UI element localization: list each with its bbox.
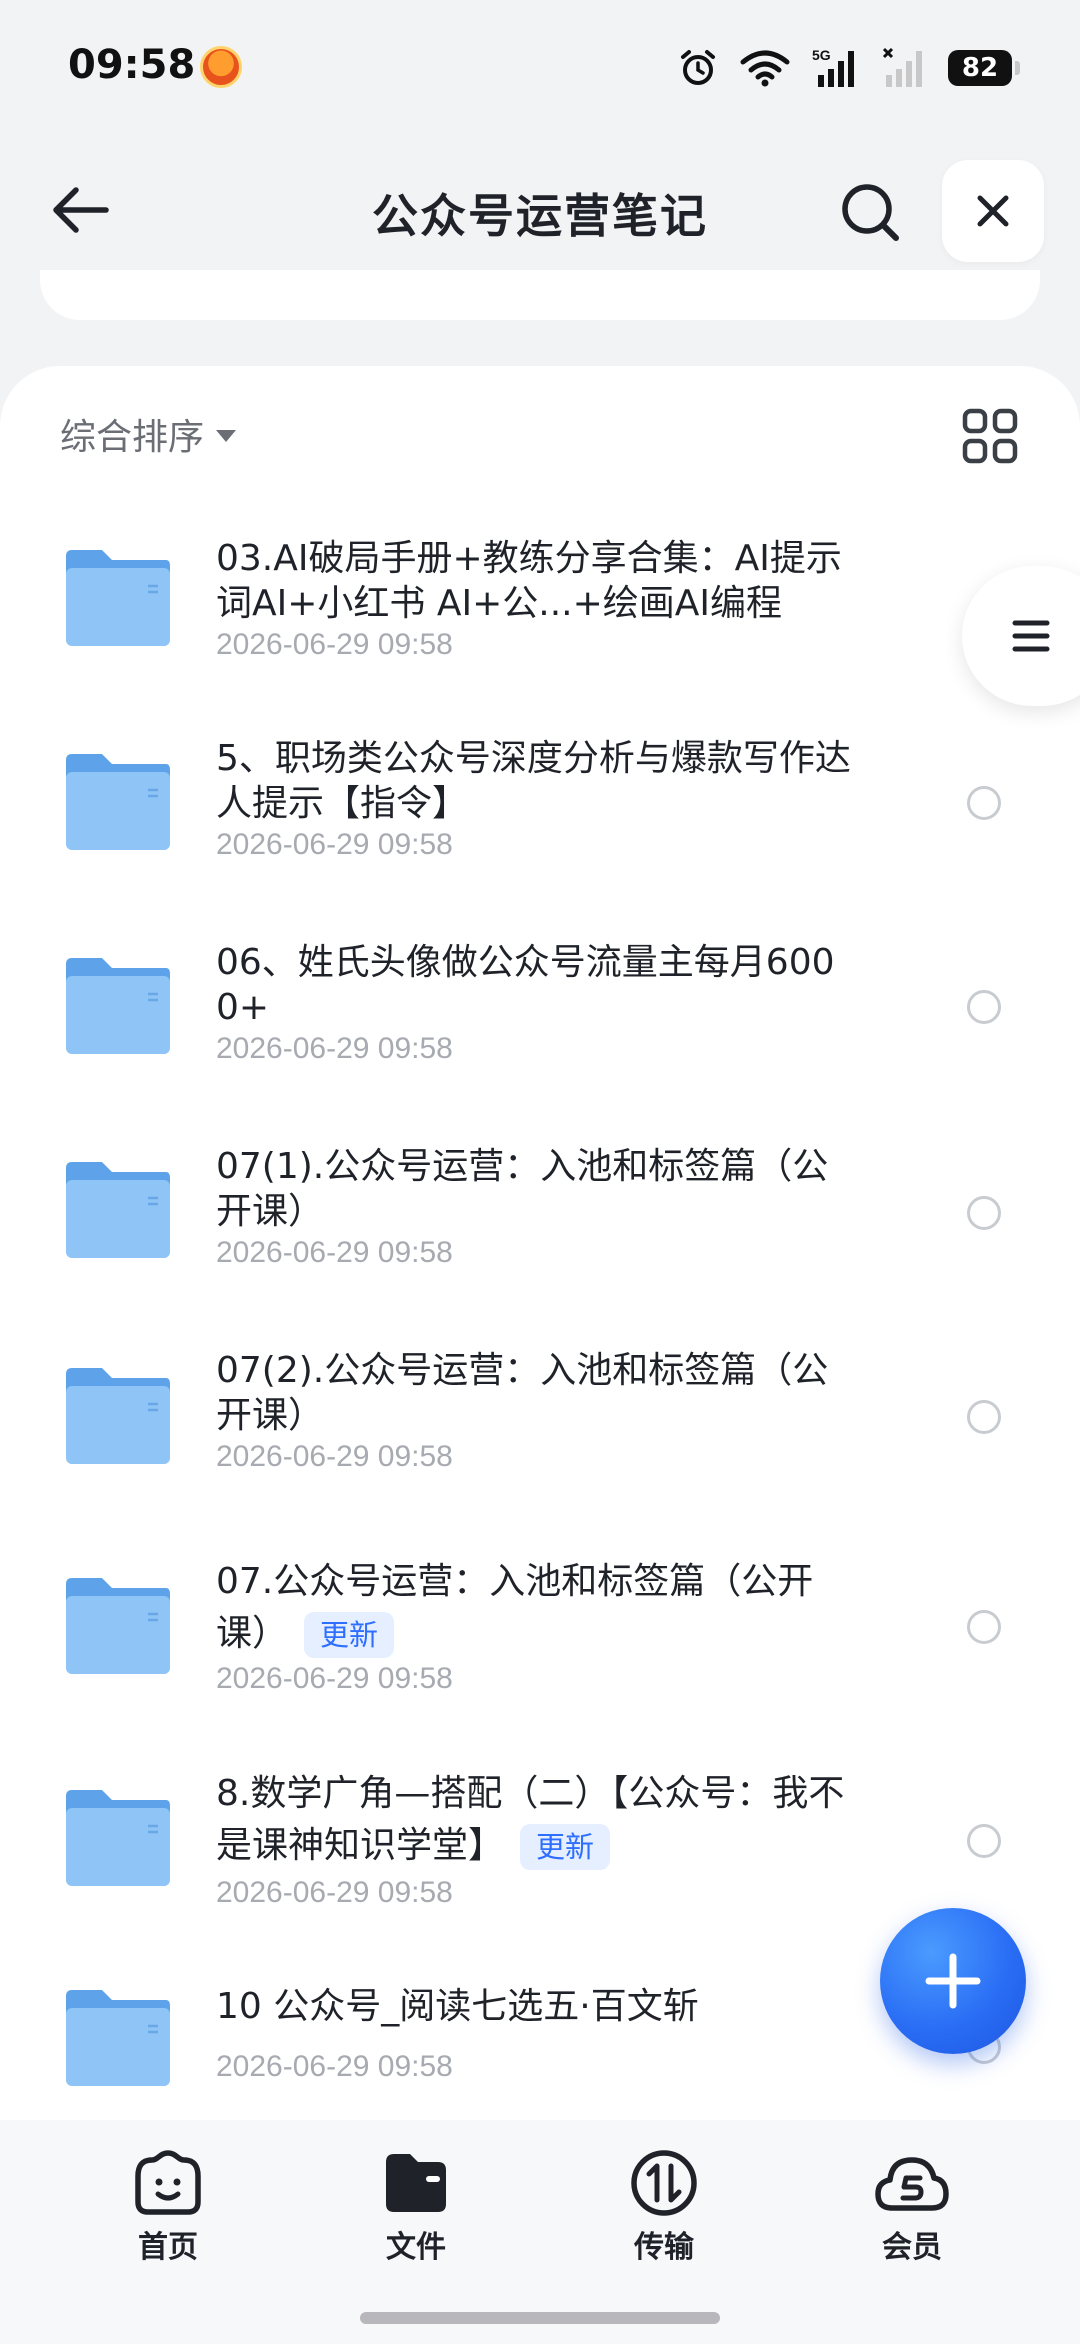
- view-toggle-button[interactable]: [960, 406, 1020, 466]
- file-date: 2026-06-29 09:58: [216, 1236, 453, 1269]
- menu-icon: [1012, 620, 1050, 652]
- app-notification-icon: [200, 46, 242, 88]
- folder-icon: [386, 2154, 446, 2212]
- select-radio[interactable]: [967, 1196, 1001, 1230]
- select-radio[interactable]: [967, 1400, 1001, 1434]
- alarm-icon: [681, 50, 715, 85]
- file-date: 2026-06-29 09:58: [216, 2050, 453, 2083]
- file-date: 2026-06-29 09:58: [216, 828, 453, 861]
- file-date: 2026-06-29 09:58: [216, 1440, 453, 1473]
- caret-down-icon: [216, 430, 237, 442]
- header: 公众号运营笔记: [0, 150, 1080, 270]
- grid-view-icon: [962, 408, 1018, 464]
- file-item[interactable]: 06、姓氏头像做公众号流量主每月6000+ 2026-06-29 09:58: [0, 900, 1080, 1104]
- signal-no-sim-icon: [882, 47, 922, 87]
- network-label: 5G: [812, 47, 831, 63]
- folder-icon: [66, 1990, 170, 2086]
- signal-icon: 5G: [812, 47, 854, 87]
- sort-label: 综合排序: [60, 417, 205, 458]
- nav-files[interactable]: 文件: [336, 2148, 496, 2266]
- close-button[interactable]: [942, 160, 1044, 262]
- update-badge: 更新: [304, 1612, 395, 1658]
- file-name: 07.公众号运营：入池和标签篇（公开课） 更新: [216, 1556, 856, 1660]
- file-item[interactable]: 03.AI破局手册+教练分享合集：AI提示词AI+小红书 AI+公...+绘画A…: [0, 496, 1080, 696]
- file-item[interactable]: 8.数学广角—搭配（二）【公众号：我不是课神知识学堂】 更新 2026-06-29…: [0, 1728, 1080, 1938]
- status-time: 09:58: [68, 42, 196, 88]
- bottom-nav: 首页 文件 传输 会员: [0, 2120, 1080, 2344]
- select-radio[interactable]: [967, 1824, 1001, 1858]
- folder-icon: [66, 1790, 170, 1886]
- file-name: 03.AI破局手册+教练分享合集：AI提示词AI+小红书 AI+公...+绘画A…: [216, 538, 842, 624]
- add-button[interactable]: [880, 1908, 1026, 2054]
- file-name: 10 公众号_阅读七选五·百文斩: [216, 1986, 699, 2027]
- nav-label: 传输: [634, 2230, 694, 2265]
- file-date: 2026-06-29 09:58: [216, 1662, 453, 1695]
- select-radio[interactable]: [967, 1610, 1001, 1644]
- folder-icon: [66, 1368, 170, 1464]
- folder-icon: [66, 1578, 170, 1674]
- folder-icon: [66, 754, 170, 850]
- nav-label: 会员: [882, 2230, 942, 2265]
- home-smile-icon: [135, 2150, 201, 2215]
- battery-level: 82: [961, 53, 999, 83]
- status-bar: 09:58 5G 82: [0, 0, 1080, 140]
- folder-icon: [66, 958, 170, 1054]
- file-item[interactable]: 5、职场类公众号深度分析与爆款写作达人提示【指令】 2026-06-29 09:…: [0, 696, 1080, 900]
- status-icons: 5G 82: [678, 44, 1020, 92]
- nav-vip[interactable]: 会员: [832, 2148, 992, 2266]
- update-badge: 更新: [520, 1824, 611, 1870]
- collapsed-card-edge: [40, 270, 1040, 320]
- nav-home[interactable]: 首页: [88, 2148, 248, 2266]
- close-icon: [977, 195, 1009, 227]
- search-button[interactable]: [830, 172, 910, 252]
- nav-transfer[interactable]: 传输: [584, 2148, 744, 2266]
- file-item[interactable]: 07(1).公众号运营：入池和标签篇（公开课） 2026-06-29 09:58: [0, 1104, 1080, 1308]
- file-date: 2026-06-29 09:58: [216, 628, 453, 661]
- sort-dropdown[interactable]: 综合排序: [60, 408, 237, 460]
- nav-label: 首页: [138, 2230, 198, 2265]
- file-name: 8.数学广角—搭配（二）【公众号：我不是课神知识学堂】 更新: [216, 1768, 856, 1872]
- file-name: 5、职场类公众号深度分析与爆款写作达人提示【指令】: [216, 738, 851, 824]
- folder-icon: [66, 550, 170, 646]
- file-date: 2026-06-29 09:58: [216, 1876, 453, 1909]
- file-name: 06、姓氏头像做公众号流量主每月6000+: [216, 942, 835, 1028]
- home-indicator[interactable]: [360, 2312, 720, 2324]
- wifi-icon: [740, 50, 790, 87]
- file-item[interactable]: 07.公众号运营：入池和标签篇（公开课） 更新 2026-06-29 09:58: [0, 1516, 1080, 1728]
- nav-label: 文件: [386, 2230, 446, 2265]
- file-name: 07(1).公众号运营：入池和标签篇（公开课）: [216, 1146, 829, 1232]
- transfer-icon: [631, 2150, 697, 2216]
- folder-icon: [66, 1162, 170, 1258]
- select-radio[interactable]: [967, 990, 1001, 1024]
- page-title: 公众号运营笔记: [372, 189, 708, 243]
- file-item[interactable]: 07(2).公众号运营：入池和标签篇（公开课） 2026-06-29 09:58: [0, 1308, 1080, 1516]
- file-date: 2026-06-29 09:58: [216, 1032, 453, 1065]
- file-list-sheet: 综合排序 03.AI破局手册+教练分享合集：AI提示词AI+小红书 AI+公..…: [0, 366, 1080, 2126]
- select-radio[interactable]: [967, 786, 1001, 820]
- plus-icon: [925, 1953, 981, 2009]
- battery-icon: 82: [948, 50, 1020, 86]
- search-icon: [842, 184, 899, 241]
- vip-cloud-icon: [875, 2157, 949, 2211]
- file-name: 07(2).公众号运营：入池和标签篇（公开课）: [216, 1350, 829, 1436]
